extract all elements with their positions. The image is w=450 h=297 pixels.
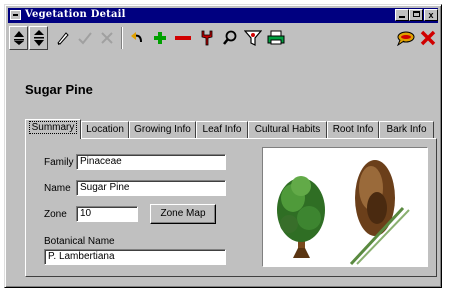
last-record-button[interactable] — [29, 26, 48, 50]
family-label: Family — [44, 157, 74, 168]
botanical-name-field[interactable]: P. Lambertiana — [44, 249, 226, 265]
tab-label: Root Info — [332, 124, 374, 135]
toolbar — [8, 25, 438, 53]
zone-label: Zone — [44, 209, 67, 220]
undo-button[interactable] — [126, 26, 147, 50]
first-record-button[interactable] — [9, 26, 28, 50]
tab-label: Growing Info — [134, 124, 191, 135]
remove-record-button[interactable] — [172, 26, 193, 50]
add-record-button[interactable] — [149, 26, 170, 50]
family-field[interactable]: Pinaceae — [76, 154, 226, 170]
system-menu-icon[interactable] — [10, 10, 21, 20]
minimize-icon — [399, 16, 405, 18]
filter-button[interactable] — [242, 26, 263, 50]
vegetation-detail-window: Vegetation Detail x Sugar Pine Summary L… — [4, 4, 442, 288]
record-heading: Sugar Pine — [25, 82, 93, 97]
cancel-button[interactable] — [96, 26, 117, 50]
search-icon — [222, 30, 236, 45]
add-icon — [153, 32, 166, 44]
save-button[interactable] — [74, 26, 95, 50]
print-button[interactable] — [265, 26, 286, 50]
undo-icon — [130, 32, 142, 43]
tab-growing-info[interactable]: Growing Info — [129, 121, 196, 138]
comment-button[interactable] — [395, 26, 416, 50]
print-icon — [267, 30, 284, 45]
tab-label: Bark Info — [386, 124, 427, 135]
minimize-button[interactable] — [395, 9, 409, 21]
filter-icon — [243, 30, 262, 46]
tab-label: Cultural Habits — [254, 124, 321, 135]
last-record-icon — [33, 30, 44, 46]
tab-bark-info[interactable]: Bark Info — [379, 121, 434, 138]
window-title: Vegetation Detail — [25, 9, 126, 20]
zone-map-button[interactable]: Zone Map — [150, 204, 216, 224]
remove-icon — [174, 36, 191, 40]
name-label: Name — [44, 183, 71, 194]
tools-button[interactable] — [196, 26, 217, 50]
tab-location[interactable]: Location — [81, 121, 129, 138]
comment-icon — [396, 31, 414, 47]
tab-cultural-habits[interactable]: Cultural Habits — [248, 121, 327, 138]
cancel-icon — [100, 32, 113, 44]
title-bar[interactable]: Vegetation Detail x — [8, 8, 438, 23]
close-window-icon: x — [428, 10, 434, 20]
close-window-button[interactable]: x — [424, 9, 438, 21]
tab-root-info[interactable]: Root Info — [327, 121, 379, 138]
pencil-icon — [56, 32, 69, 45]
name-field[interactable]: Sugar Pine — [76, 180, 226, 196]
sugar-pine-illustration — [277, 160, 410, 266]
search-button[interactable] — [219, 26, 240, 50]
close-form-button[interactable] — [417, 26, 438, 50]
tab-summary[interactable]: Summary — [25, 119, 81, 139]
maximize-button[interactable] — [409, 9, 423, 21]
maximize-icon — [412, 11, 420, 17]
edit-button[interactable] — [52, 26, 73, 50]
tools-icon — [201, 30, 212, 46]
tab-label: Location — [86, 124, 124, 135]
close-icon — [420, 30, 435, 46]
summary-panel: Family Pinaceae Name Sugar Pine Zone 10 … — [25, 138, 437, 277]
check-icon — [77, 32, 92, 45]
plant-image — [262, 147, 428, 267]
first-record-icon — [13, 31, 24, 45]
toolbar-separator — [121, 27, 123, 49]
tab-label: Leaf Info — [202, 124, 242, 135]
tab-label: Summary — [28, 121, 78, 134]
tab-leaf-info[interactable]: Leaf Info — [196, 121, 248, 138]
zone-field[interactable]: 10 — [76, 206, 138, 222]
botanical-name-label: Botanical Name — [44, 236, 115, 247]
